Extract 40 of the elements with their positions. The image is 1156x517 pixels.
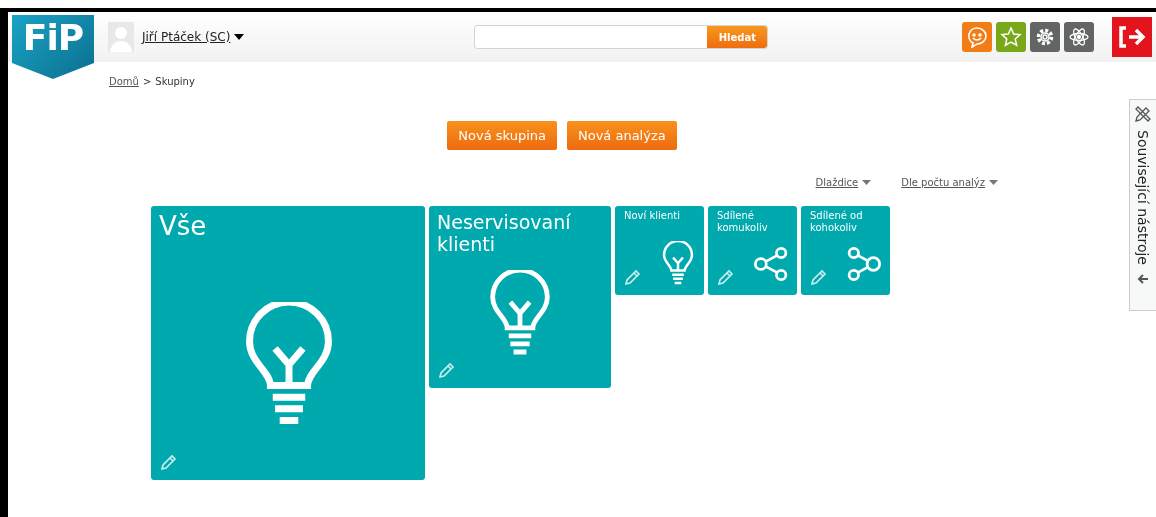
caret-icon [989, 180, 998, 185]
logo[interactable]: FiP [12, 15, 94, 79]
arrow-left-icon [1137, 273, 1149, 285]
settings-button[interactable] [1030, 22, 1061, 52]
side-panel-label: Související nástroje [1135, 130, 1151, 265]
pencil-icon[interactable] [160, 454, 177, 471]
action-button[interactable]: Nová skupina [447, 121, 557, 150]
chat-smiley-button[interactable] [962, 22, 993, 52]
tile-title: Noví klienti [624, 210, 681, 222]
sort-dropdown[interactable]: Dle počtu analýz [901, 177, 998, 188]
breadcrumb-link[interactable]: Domů [109, 76, 139, 87]
sort-dropdown[interactable]: Dlaždice [815, 177, 872, 188]
logout-icon [1118, 25, 1147, 49]
pencil-icon[interactable] [717, 269, 734, 286]
group-tile[interactable]: Neservisovaní klienti [429, 206, 611, 388]
group-tile[interactable]: Noví klienti [615, 206, 704, 295]
group-tile[interactable]: Vše [151, 206, 425, 480]
star-button[interactable] [996, 22, 1027, 52]
breadcrumb-text: > [142, 76, 152, 87]
pencil-ruler-icon [1133, 104, 1153, 124]
lightbulb-icon [660, 241, 696, 287]
side-panel-tab[interactable]: Související nástroje [1129, 99, 1156, 311]
action-button[interactable]: Nová analýza [566, 121, 677, 150]
search-button[interactable]: Hledat [707, 26, 768, 48]
search-field[interactable]: Hledat [474, 25, 769, 49]
group-tile[interactable]: Sdílené od kohokoliv [801, 206, 890, 295]
caret-icon [234, 34, 245, 40]
atom-button[interactable] [1064, 22, 1095, 52]
breadcrumb-text: Skupiny [155, 76, 195, 87]
caret-icon [862, 180, 872, 185]
group-tile[interactable]: Sdílené komukoliv [708, 206, 797, 295]
logout-button[interactable] [1112, 17, 1153, 57]
pencil-icon[interactable] [624, 269, 641, 286]
tile-title: Sdílené komukoliv [717, 210, 769, 233]
tile-title: Sdílené od kohokoliv [810, 210, 864, 233]
user-menu-link[interactable]: Jiří Ptáček (SC) [142, 30, 245, 44]
pencil-icon[interactable] [810, 269, 827, 286]
tile-title: Neservisovaní klienti [437, 212, 572, 256]
tile-title: Vše [159, 212, 208, 242]
pencil-icon[interactable] [438, 362, 455, 379]
